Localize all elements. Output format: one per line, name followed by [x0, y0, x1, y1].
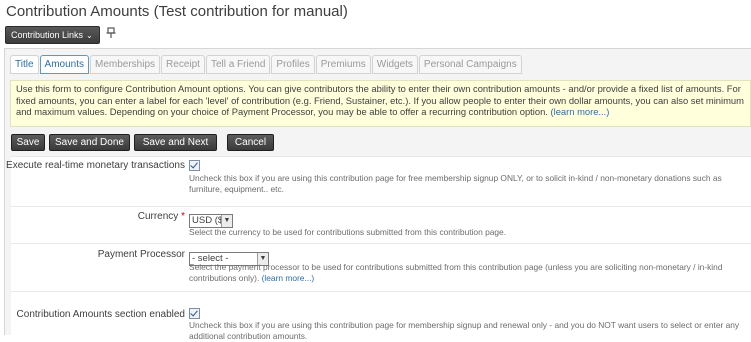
required-marker: * — [181, 211, 185, 222]
currency-label-wrap: Currency * — [138, 211, 185, 222]
processor-label: Payment Processor — [97, 249, 185, 260]
form-row-monetary: Execute real-time monetary transactions … — [6, 156, 751, 207]
processor-learn-more-link[interactable]: (learn more...) — [262, 273, 315, 283]
monetary-help: Uncheck this box if you are using this c… — [189, 173, 722, 194]
dropdown-arrow-icon: ▼ — [221, 215, 232, 227]
processor-help: Select the payment processor to be used … — [189, 262, 751, 284]
monetary-checkbox[interactable] — [189, 160, 200, 171]
currency-field: USD ($) ▼ — [189, 210, 233, 228]
help-text: Use this form to configure Contribution … — [16, 83, 744, 117]
tab-receipt[interactable]: Receipt — [161, 55, 205, 74]
form-row-amounts-enabled: Contribution Amounts section enabled Unc… — [11, 291, 751, 341]
amounts-enabled-field — [189, 308, 200, 319]
tab-title[interactable]: Title — [10, 55, 39, 74]
tab-personal-campaigns[interactable]: Personal Campaigns — [418, 55, 522, 74]
cancel-button[interactable]: Cancel — [227, 134, 274, 151]
currency-help: Select the currency to be used for contr… — [189, 227, 507, 237]
save-and-done-button[interactable]: Save and Done — [49, 134, 130, 151]
page-title: Contribution Amounts (Test contribution … — [6, 3, 348, 20]
tab-tell-a-friend[interactable]: Tell a Friend — [205, 55, 271, 74]
tab-memberships[interactable]: Memberships — [90, 55, 161, 74]
currency-label: Currency — [137, 211, 179, 222]
contribution-links-label: Contribution Links — [11, 30, 84, 40]
tab-widgets[interactable]: Widgets — [371, 55, 418, 74]
tab-profiles[interactable]: Profiles — [271, 55, 315, 74]
settings-form: Execute real-time monetary transactions … — [6, 156, 751, 341]
pin-icon[interactable] — [106, 27, 116, 39]
tab-premiums[interactable]: Premiums — [315, 55, 371, 74]
form-row-payment-processor: Payment Processor - select - ▼ Select th… — [11, 243, 751, 292]
learn-more-link[interactable]: (learn more...) — [551, 106, 610, 117]
monetary-label: Execute real-time monetary transactions — [6, 160, 185, 171]
save-button[interactable]: Save — [11, 134, 45, 151]
amounts-enabled-label: Contribution Amounts section enabled — [16, 309, 185, 320]
amounts-enabled-help: Uncheck this box if you are using this c… — [189, 320, 740, 341]
monetary-field — [189, 160, 200, 171]
amounts-enabled-checkbox[interactable] — [189, 308, 200, 319]
contribution-links-button[interactable]: Contribution Links ⌄ — [5, 26, 100, 44]
contribution-page-panel: Title Amounts Memberships Receipt Tell a Fri… — [4, 48, 751, 341]
help-message: Use this form to configure Contribution … — [10, 80, 751, 127]
chevron-down-icon: ⌄ — [86, 31, 93, 40]
tab-amounts[interactable]: Amounts — [39, 55, 89, 74]
form-row-currency: Currency * USD ($) ▼ Select the currency… — [11, 206, 751, 244]
tab-bar: Title Amounts Memberships Receipt Tell a Fri… — [10, 55, 523, 74]
currency-select[interactable]: USD ($) ▼ — [189, 214, 233, 228]
save-and-next-button[interactable]: Save and Next — [134, 134, 217, 151]
